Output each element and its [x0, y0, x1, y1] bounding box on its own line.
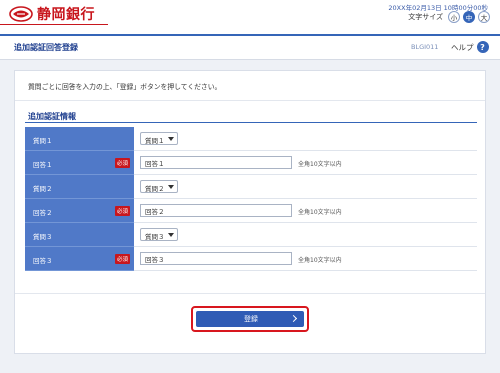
- top-header: 静岡銀行 20XX年02月13日 10時00分00秒 文字サイズ 小 中 大: [0, 0, 500, 34]
- help-label: ヘルプ: [451, 42, 474, 52]
- row-value-cell: 質問３: [140, 223, 475, 247]
- question-1-select[interactable]: 質問１: [140, 132, 178, 145]
- chevron-down-icon: [168, 233, 174, 237]
- page-title-bar: 追加認証回答登録 BLGI011 ヘルプ ?: [0, 34, 500, 60]
- divider: [15, 293, 485, 294]
- row-value-cell: 全角10文字以内: [140, 247, 475, 271]
- table-row: 回答１ 必須 全角10文字以内: [25, 151, 477, 175]
- table-row: 質問３ 質問３: [25, 223, 477, 247]
- table-row: 質問１ 質問１: [25, 127, 477, 151]
- font-size-large-button[interactable]: 大: [478, 11, 490, 23]
- auth-form-table: 質問１ 質問１ 回答１ 必須 全角10文字以内 質問２: [25, 127, 477, 271]
- row-label-cell: 質問３: [25, 223, 134, 247]
- font-size-small-button[interactable]: 小: [448, 11, 460, 23]
- answer-1-input[interactable]: [140, 156, 292, 169]
- help-question-icon: ?: [476, 41, 489, 53]
- chevron-down-icon: [168, 185, 174, 189]
- font-size-medium-button[interactable]: 中: [463, 11, 475, 23]
- font-size-label: 文字サイズ: [408, 13, 443, 21]
- main-panel: 質問ごとに回答を入力の上、「登録」ボタンを押してください。 追加認証情報 質問１…: [14, 70, 486, 354]
- answer-3-hint: 全角10文字以内: [298, 257, 342, 264]
- chevron-down-icon: [168, 137, 174, 141]
- answer-1-label: 回答１: [33, 161, 53, 169]
- logo-underline: [0, 24, 108, 25]
- question-2-selected-value: 質問２: [145, 185, 165, 193]
- question-2-label: 質問２: [33, 185, 53, 193]
- chevron-right-icon: [289, 314, 298, 323]
- answer-2-input[interactable]: [140, 204, 292, 217]
- bank-name: 静岡銀行: [37, 7, 95, 23]
- table-row: 質問２ 質問２: [25, 175, 477, 199]
- bank-logo[interactable]: 静岡銀行: [9, 4, 95, 24]
- row-label-cell: 質問２: [25, 175, 134, 199]
- question-1-label: 質問１: [33, 137, 53, 145]
- row-label-cell: 質問１: [25, 127, 134, 151]
- answer-1-hint: 全角10文字以内: [298, 161, 342, 168]
- question-1-selected-value: 質問１: [145, 137, 165, 145]
- row-label-cell: 回答１ 必須: [25, 151, 134, 175]
- bank-logo-icon: [9, 5, 33, 23]
- table-row: 回答２ 必須 全角10文字以内: [25, 199, 477, 223]
- question-3-label: 質問３: [33, 233, 53, 241]
- required-badge: 必須: [114, 158, 130, 168]
- answer-3-label: 回答３: [33, 257, 53, 265]
- row-value-cell: 全角10文字以内: [140, 151, 475, 175]
- required-badge: 必須: [114, 254, 130, 264]
- section-title: 追加認証情報: [28, 112, 76, 121]
- row-value-cell: 質問１: [140, 127, 475, 151]
- divider: [15, 100, 485, 101]
- row-label-cell: 回答３ 必須: [25, 247, 134, 271]
- table-row: 回答３ 必須 全角10文字以内: [25, 247, 477, 271]
- question-3-select[interactable]: 質問３: [140, 228, 178, 241]
- screen-id: BLGI011: [411, 43, 439, 51]
- section-underline: [25, 122, 477, 123]
- row-value-cell: 全角10文字以内: [140, 199, 475, 223]
- page-title: 追加認証回答登録: [14, 43, 78, 52]
- row-value-cell: 質問２: [140, 175, 475, 199]
- question-2-select[interactable]: 質問２: [140, 180, 178, 193]
- answer-3-input[interactable]: [140, 252, 292, 265]
- help-link[interactable]: ヘルプ ?: [451, 41, 489, 53]
- register-button-label: 登録: [244, 315, 258, 323]
- answer-2-label: 回答２: [33, 209, 53, 217]
- answer-2-hint: 全角10文字以内: [298, 209, 342, 216]
- row-label-cell: 回答２ 必須: [25, 199, 134, 223]
- instruction-text: 質問ごとに回答を入力の上、「登録」ボタンを押してください。: [28, 83, 222, 91]
- submit-highlight-frame: 登録: [191, 306, 309, 332]
- font-size-switcher: 文字サイズ 小 中 大: [408, 11, 490, 23]
- register-button[interactable]: 登録: [196, 311, 304, 327]
- required-badge: 必須: [114, 206, 130, 216]
- question-3-selected-value: 質問３: [145, 233, 165, 241]
